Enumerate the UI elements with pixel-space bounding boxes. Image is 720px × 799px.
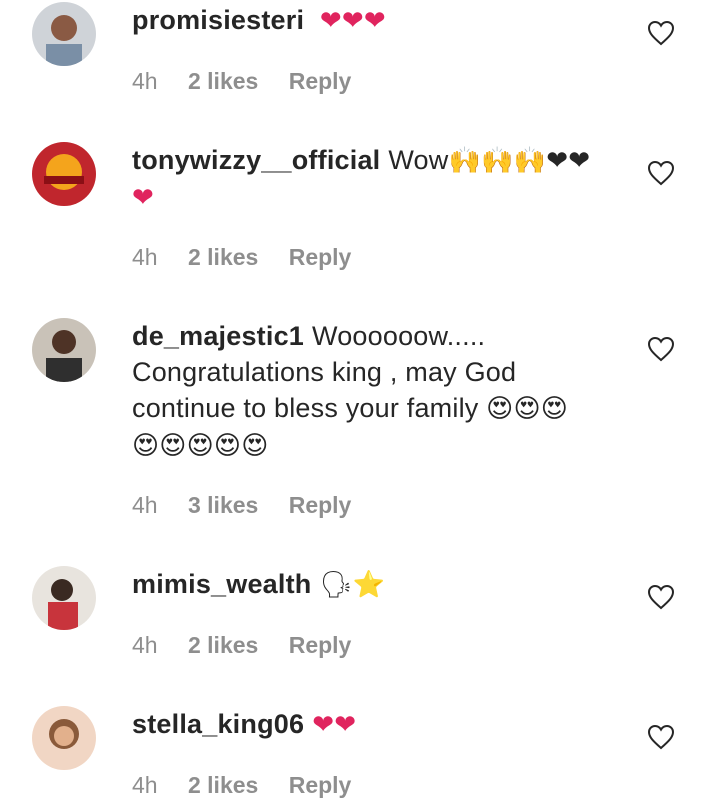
heart-outline-icon[interactable] bbox=[647, 584, 675, 610]
comment-text: Wow bbox=[388, 145, 449, 175]
emoji: 😍😍😍 bbox=[486, 394, 569, 424]
likes-count[interactable]: 2 likes bbox=[188, 632, 258, 658]
timestamp: 4h bbox=[132, 68, 158, 94]
reply-button[interactable]: Reply bbox=[289, 632, 352, 658]
comment-meta: 4h 2 likes Reply bbox=[132, 244, 375, 271]
reply-button[interactable]: Reply bbox=[289, 244, 352, 270]
timestamp: 4h bbox=[132, 492, 158, 518]
heart-outline-icon[interactable] bbox=[647, 160, 675, 186]
avatar[interactable] bbox=[32, 706, 96, 770]
username[interactable]: promisiesteri bbox=[132, 5, 304, 35]
username[interactable]: stella_king06 bbox=[132, 709, 304, 739]
emoji: 🙌🙌🙌❤❤ bbox=[448, 146, 591, 176]
timestamp: 4h bbox=[132, 244, 158, 270]
timestamp: 4h bbox=[132, 772, 158, 798]
avatar[interactable] bbox=[32, 566, 96, 630]
reply-button[interactable]: Reply bbox=[289, 68, 352, 94]
likes-count[interactable]: 2 likes bbox=[188, 244, 258, 270]
likes-count[interactable]: 2 likes bbox=[188, 68, 258, 94]
heart-outline-icon[interactable] bbox=[647, 336, 675, 362]
avatar[interactable] bbox=[32, 2, 96, 66]
username[interactable]: tonywizzy__official bbox=[132, 145, 380, 175]
emoji: 😍😍😍😍😍 bbox=[132, 431, 269, 461]
heart-outline-icon[interactable] bbox=[647, 724, 675, 750]
timestamp: 4h bbox=[132, 632, 158, 658]
emoji: ❤❤ bbox=[312, 710, 357, 740]
comment-meta: 4h 3 likes Reply bbox=[132, 492, 375, 519]
comment-meta: 4h 2 likes Reply bbox=[132, 68, 375, 95]
reply-button[interactable]: Reply bbox=[289, 772, 352, 798]
comment-meta: 4h 2 likes Reply bbox=[132, 772, 375, 799]
username[interactable]: mimis_wealth bbox=[132, 569, 311, 599]
emoji: ❤ bbox=[132, 183, 154, 213]
emoji: 🗣⭐ bbox=[319, 570, 386, 600]
likes-count[interactable]: 3 likes bbox=[188, 492, 258, 518]
emoji: ❤❤❤ bbox=[319, 6, 386, 36]
comment-meta: 4h 2 likes Reply bbox=[132, 632, 375, 659]
avatar[interactable] bbox=[32, 142, 96, 206]
heart-outline-icon[interactable] bbox=[647, 20, 675, 46]
likes-count[interactable]: 2 likes bbox=[188, 772, 258, 798]
reply-button[interactable]: Reply bbox=[289, 492, 352, 518]
avatar[interactable] bbox=[32, 318, 96, 382]
username[interactable]: de_majestic1 bbox=[132, 321, 304, 351]
